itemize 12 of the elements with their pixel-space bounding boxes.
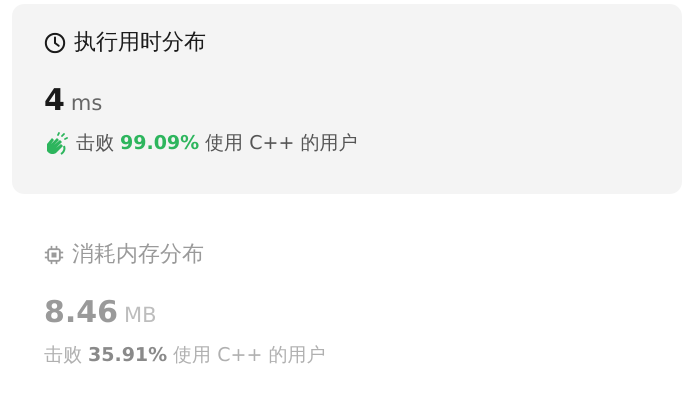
metric-unit: ms [70,90,102,118]
metric-unit: MB [124,302,157,330]
clock-icon [44,32,66,54]
metric-value: 4 [44,82,65,120]
panel-title: 执行用时分布 [74,30,206,56]
percentile-text: 击败 99.09% 使用 C++ 的用户 [76,131,358,156]
percentile-text: 击败 35.91% 使用 C++ 的用户 [44,343,326,368]
metric-value: 8.46 [44,294,118,332]
chip-icon [44,245,64,266]
panel-title: 消耗内存分布 [72,242,204,268]
selected-panel[interactable]: 执行用时分布 4 ms 击败 99.09% 使用 C++ 的用户 [12,4,682,194]
clapping-hand-icon [44,132,70,156]
